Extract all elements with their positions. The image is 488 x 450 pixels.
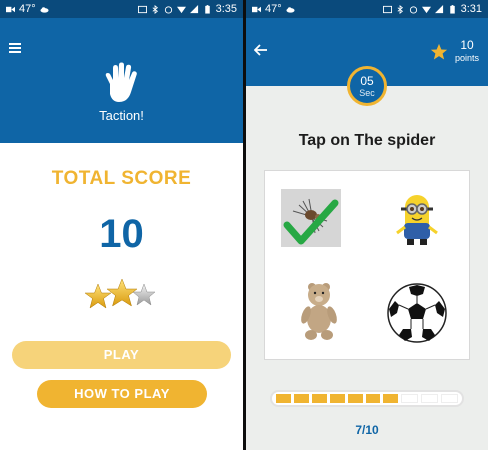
temperature-text: 47° [19, 3, 36, 15]
progress-segment [365, 394, 381, 403]
wifi-icon [176, 6, 186, 13]
answer-soccer-ball[interactable] [377, 277, 457, 349]
hand-icon [105, 62, 137, 102]
score-screen: 47° 3:35 Taction! TOTAL SCORE 10 PLAY HO… [0, 0, 243, 450]
menu-icon[interactable] [9, 43, 21, 53]
app-title: Taction! [99, 108, 144, 123]
star-icon-3 [132, 283, 156, 306]
progress-segment [276, 394, 291, 403]
cloud-icon [40, 6, 49, 13]
alarm-icon [409, 5, 417, 14]
points-value: 10 [460, 38, 474, 52]
cloud-icon [286, 6, 295, 13]
answer-grid [264, 170, 470, 360]
play-button[interactable]: PLAY [12, 341, 231, 369]
cast-icon [382, 5, 392, 13]
star-icon-2 [106, 278, 138, 307]
progress-segment [311, 394, 327, 403]
progress-segment [293, 394, 309, 403]
battery-icon [204, 4, 210, 14]
timer-value: 05 [360, 74, 374, 88]
back-arrow-icon[interactable] [254, 44, 268, 56]
video-icon [6, 6, 15, 12]
app-header: Taction! [0, 18, 243, 143]
bluetooth-icon [152, 4, 158, 14]
clock-text: 3:31 [460, 3, 482, 15]
answer-minion[interactable] [377, 185, 457, 257]
answer-teddy-bear[interactable] [279, 279, 359, 351]
progress-segment [347, 394, 363, 403]
signal-icon [189, 4, 198, 13]
progress-segment [329, 394, 345, 403]
points-label: points [454, 53, 480, 63]
rating-stars [84, 278, 156, 309]
progress-bar [270, 390, 464, 407]
total-score-heading: TOTAL SCORE [51, 168, 192, 189]
how-to-play-button[interactable]: HOW TO PLAY [37, 380, 207, 408]
alarm-icon [164, 5, 172, 14]
bluetooth-icon [397, 4, 403, 14]
status-bar: 47° 3:31 [246, 0, 488, 18]
star-icon-1 [84, 283, 112, 309]
countdown-timer: 05 Sec [347, 66, 387, 106]
question-text: Tap on The spider [298, 132, 436, 149]
progress-segment [383, 394, 399, 403]
battery-icon [449, 4, 455, 14]
progress-segment [421, 394, 439, 403]
wifi-icon [421, 6, 431, 13]
star-icon [430, 43, 448, 60]
temperature-text: 47° [265, 3, 282, 15]
status-bar: 47° 3:35 [0, 0, 243, 18]
game-screen: 47° 3:31 10 points 05 Sec Tap on The spi… [246, 0, 488, 450]
video-icon [252, 6, 261, 12]
total-score-value: 10 [99, 212, 144, 256]
progress-text: 7/10 [355, 423, 379, 437]
progress-segment [401, 394, 419, 403]
timer-unit: Sec [359, 88, 375, 98]
answer-spider[interactable] [279, 187, 359, 259]
progress-segment [441, 394, 459, 403]
clock-text: 3:35 [215, 3, 237, 15]
signal-icon [434, 4, 443, 13]
cast-icon [137, 5, 147, 13]
